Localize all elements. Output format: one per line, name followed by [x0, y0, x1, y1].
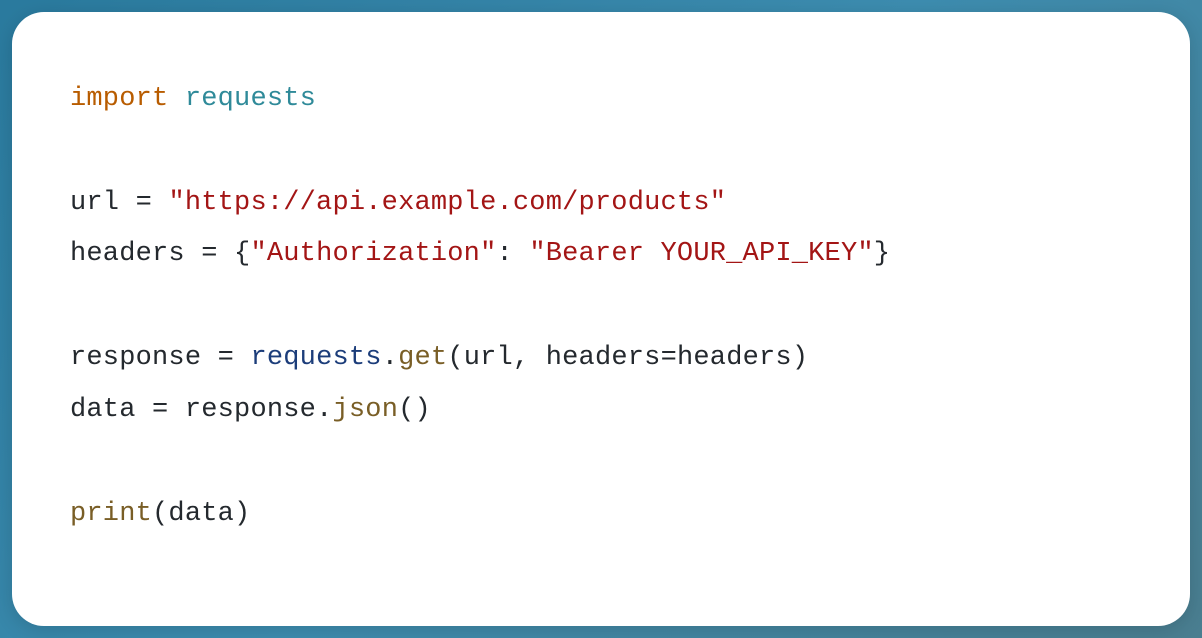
keyword-import: import — [70, 84, 168, 114]
method-json: json — [332, 395, 398, 425]
arg-data: data — [168, 499, 234, 529]
paren-close: ) — [234, 499, 250, 529]
comma: , — [513, 343, 529, 373]
colon: : — [497, 239, 513, 269]
paren-close: ) — [792, 343, 808, 373]
op-assign: = — [152, 395, 168, 425]
code-card: import requests url = "https://api.examp… — [12, 12, 1190, 626]
dot: . — [316, 395, 332, 425]
method-get: get — [398, 343, 447, 373]
paren-open: ( — [152, 499, 168, 529]
paren-open: ( — [447, 343, 463, 373]
obj-requests: requests — [250, 343, 381, 373]
var-data: data — [70, 395, 136, 425]
kwarg-name: headers — [546, 343, 661, 373]
kwarg-eq: = — [661, 343, 677, 373]
dict-key: "Authorization" — [250, 239, 496, 269]
var-response: response — [70, 343, 201, 373]
var-url: url — [70, 188, 119, 218]
op-assign: = — [136, 188, 152, 218]
code-line-7: data = response.json() — [70, 395, 431, 425]
op-assign: = — [218, 343, 234, 373]
var-headers: headers — [70, 239, 185, 269]
obj-response: response — [185, 395, 316, 425]
code-line-6: response = requests.get(url, headers=hea… — [70, 343, 808, 373]
code-line-9: print(data) — [70, 499, 250, 529]
brace-open: { — [234, 239, 250, 269]
module-requests: requests — [185, 84, 316, 114]
parens: () — [398, 395, 431, 425]
kwarg-val: headers — [677, 343, 792, 373]
code-line-1: import requests — [70, 84, 316, 114]
op-assign: = — [201, 239, 217, 269]
code-block: import requests url = "https://api.examp… — [70, 74, 1132, 540]
dot: . — [382, 343, 398, 373]
string-url: "https://api.example.com/products" — [168, 188, 726, 218]
brace-close: } — [874, 239, 890, 269]
builtin-print: print — [70, 499, 152, 529]
code-line-4: headers = {"Authorization": "Bearer YOUR… — [70, 239, 890, 269]
dict-value: "Bearer YOUR_API_KEY" — [529, 239, 873, 269]
arg-url: url — [464, 343, 513, 373]
code-line-3: url = "https://api.example.com/products" — [70, 188, 726, 218]
